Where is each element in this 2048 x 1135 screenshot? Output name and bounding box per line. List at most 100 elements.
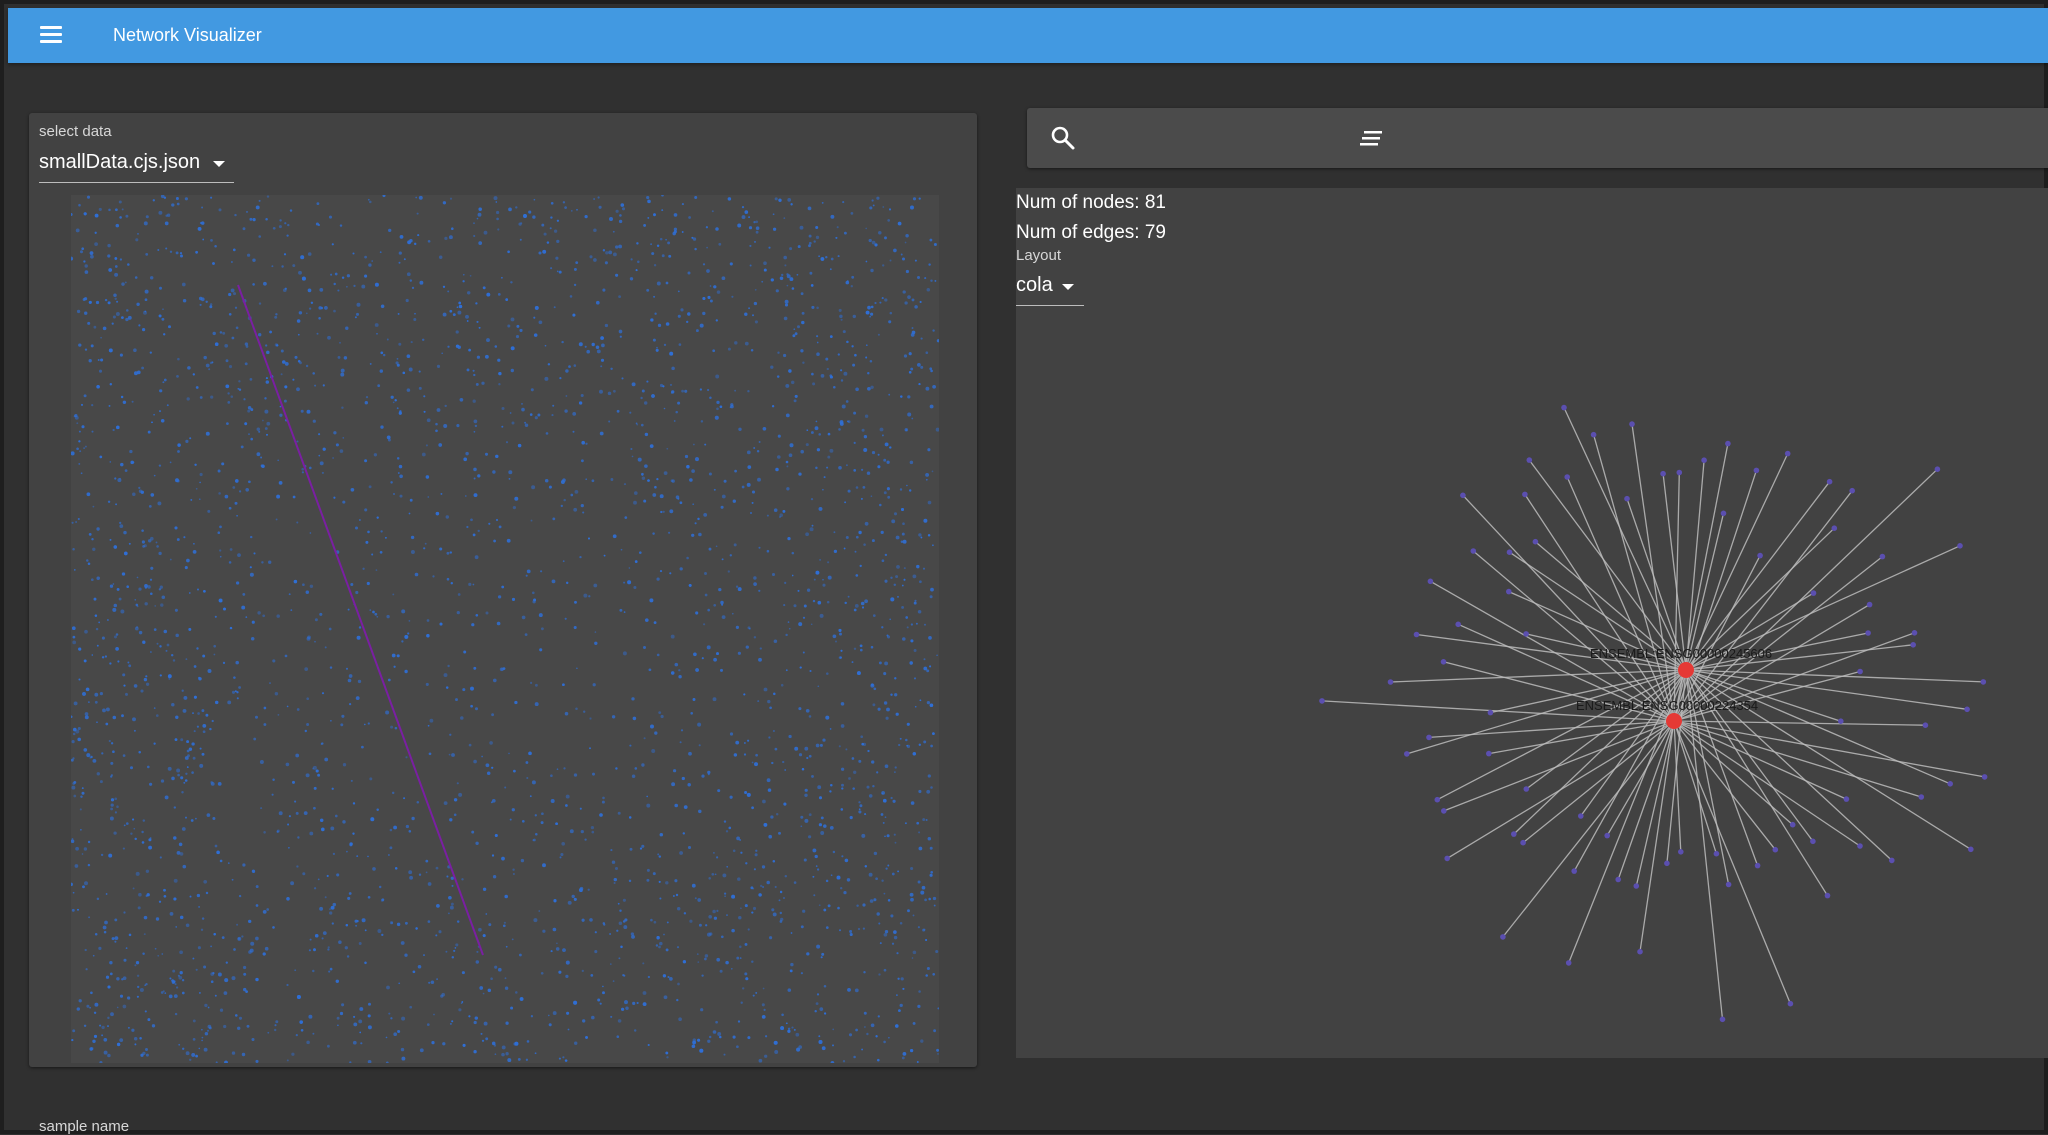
graph-leaf-node[interactable] bbox=[1957, 543, 1963, 549]
graph-leaf-node[interactable] bbox=[1615, 876, 1621, 883]
graph-leaf-node[interactable] bbox=[1725, 881, 1732, 888]
graph-edge bbox=[1673, 468, 1938, 722]
hub-node[interactable] bbox=[1666, 713, 1682, 729]
hub-node-label: ENSEMBL:ENSG00000245606 bbox=[1590, 646, 1772, 661]
graph-leaf-node[interactable] bbox=[1911, 630, 1918, 636]
layout-dropdown[interactable]: cola bbox=[1016, 272, 1084, 306]
graph-leaf-node[interactable] bbox=[1532, 538, 1539, 545]
graph-leaf-node[interactable] bbox=[1720, 510, 1727, 517]
graph-leaf-node[interactable] bbox=[1413, 631, 1420, 638]
graph-leaf-node[interactable] bbox=[1637, 948, 1643, 955]
graph-leaf-node[interactable] bbox=[1427, 578, 1434, 585]
graph-leaf-node[interactable] bbox=[1754, 862, 1761, 869]
graph-leaf-node[interactable] bbox=[1506, 549, 1513, 555]
graph-leaf-node[interactable] bbox=[1980, 679, 1987, 685]
graph-leaf-node[interactable] bbox=[1810, 590, 1817, 596]
graph-leaf-node[interactable] bbox=[1857, 668, 1863, 675]
graph-edge bbox=[1522, 720, 1675, 844]
graph-leaf-node[interactable] bbox=[1564, 474, 1570, 480]
graph-leaf-node[interactable] bbox=[1784, 450, 1791, 457]
graph-leaf-node[interactable] bbox=[1523, 786, 1530, 792]
graph-leaf-node[interactable] bbox=[1787, 1000, 1794, 1007]
graph-leaf-node[interactable] bbox=[1444, 855, 1450, 862]
select-data-dropdown[interactable]: smallData.cjs.json bbox=[39, 149, 234, 183]
graph-leaf-node[interactable] bbox=[1947, 781, 1953, 787]
sort-icon[interactable] bbox=[1359, 128, 1385, 150]
num-nodes-stat: Num of nodes: 81 bbox=[1016, 192, 1166, 213]
graph-leaf-node[interactable] bbox=[1889, 857, 1895, 864]
graph-leaf-node[interactable] bbox=[1810, 838, 1816, 845]
graph-leaf-node[interactable] bbox=[1526, 457, 1533, 463]
graph-leaf-node[interactable] bbox=[1968, 846, 1974, 853]
graph-leaf-node[interactable] bbox=[1981, 774, 1988, 780]
menu-icon[interactable] bbox=[38, 24, 68, 48]
graph-edge bbox=[1563, 407, 1687, 671]
graph-leaf-node[interactable] bbox=[1964, 706, 1970, 713]
graph-leaf-node[interactable] bbox=[1565, 960, 1572, 966]
graph-leaf-node[interactable] bbox=[1843, 796, 1850, 802]
hub-node[interactable] bbox=[1678, 662, 1694, 678]
graph-leaf-node[interactable] bbox=[1719, 1016, 1726, 1023]
graph-leaf-node[interactable] bbox=[1629, 421, 1635, 427]
graph-leaf-node[interactable] bbox=[1753, 467, 1760, 474]
graph-leaf-node[interactable] bbox=[1434, 796, 1441, 803]
graph-leaf-node[interactable] bbox=[1500, 934, 1506, 940]
graph-leaf-node[interactable] bbox=[1522, 491, 1528, 498]
search-input[interactable] bbox=[1097, 122, 1351, 156]
graph-leaf-node[interactable] bbox=[1713, 850, 1720, 857]
graph-leaf-node[interactable] bbox=[1590, 431, 1597, 438]
graph-leaf-node[interactable] bbox=[1578, 813, 1584, 819]
graph-edge bbox=[1606, 720, 1675, 836]
graph-leaf-node[interactable] bbox=[1725, 440, 1731, 447]
graph-leaf-node[interactable] bbox=[1910, 642, 1916, 648]
graph-leaf-node[interactable] bbox=[1571, 868, 1577, 874]
graph-leaf-node[interactable] bbox=[1404, 751, 1410, 757]
graph-leaf-node[interactable] bbox=[1426, 734, 1432, 741]
selected-file: smallData.cjs.json bbox=[39, 151, 201, 173]
graph-leaf-node[interactable] bbox=[1624, 495, 1630, 502]
graph-leaf-node[interactable] bbox=[1487, 709, 1494, 716]
graph-leaf-node[interactable] bbox=[1604, 832, 1610, 839]
graph-leaf-node[interactable] bbox=[1849, 487, 1855, 494]
graph-edge bbox=[1639, 720, 1675, 952]
graph-leaf-node[interactable] bbox=[1879, 553, 1886, 560]
graph-leaf-node[interactable] bbox=[1387, 679, 1394, 685]
graph-leaf-node[interactable] bbox=[1486, 750, 1492, 757]
graph-leaf-node[interactable] bbox=[1922, 722, 1929, 728]
graph-leaf-node[interactable] bbox=[1865, 630, 1871, 636]
graph-leaf-node[interactable] bbox=[1701, 457, 1707, 464]
graph-edge bbox=[1673, 720, 1794, 826]
graph-leaf-node[interactable] bbox=[1857, 843, 1863, 849]
network-graph[interactable]: ENSEMBL:ENSG00000245606 ENSEMBL:ENSG0000… bbox=[1016, 188, 2048, 1058]
graph-leaf-node[interactable] bbox=[1824, 892, 1831, 899]
graph-leaf-node[interactable] bbox=[1511, 831, 1517, 837]
graph-leaf-node[interactable] bbox=[1838, 718, 1844, 724]
graph-leaf-node[interactable] bbox=[1460, 492, 1466, 499]
graph-leaf-node[interactable] bbox=[1660, 470, 1666, 477]
graph-leaf-node[interactable] bbox=[1664, 860, 1670, 867]
graph-leaf-node[interactable] bbox=[1441, 808, 1447, 814]
graph-leaf-node[interactable] bbox=[1523, 631, 1529, 637]
graph-leaf-node[interactable] bbox=[1440, 659, 1447, 665]
graph-leaf-node[interactable] bbox=[1506, 588, 1512, 595]
graph-leaf-node[interactable] bbox=[1934, 466, 1941, 473]
graph-leaf-node[interactable] bbox=[1826, 478, 1833, 485]
graph-leaf-node[interactable] bbox=[1789, 821, 1796, 828]
graph-edge bbox=[1502, 720, 1675, 938]
graph-leaf-node[interactable] bbox=[1455, 621, 1461, 628]
search-icon[interactable] bbox=[1049, 124, 1077, 152]
graph-leaf-node[interactable] bbox=[1831, 525, 1838, 531]
graph-leaf-node[interactable] bbox=[1520, 839, 1526, 846]
graph-leaf-node[interactable] bbox=[1319, 698, 1325, 704]
graph-leaf-node[interactable] bbox=[1918, 794, 1925, 800]
app-window: Network Visualizer select data smallData… bbox=[0, 0, 2048, 1135]
graph-leaf-node[interactable] bbox=[1772, 846, 1779, 853]
scatter-plot[interactable] bbox=[71, 195, 939, 1063]
graph-leaf-node[interactable] bbox=[1561, 404, 1567, 411]
graph-leaf-node[interactable] bbox=[1633, 883, 1640, 889]
graph-leaf-node[interactable] bbox=[1470, 548, 1477, 554]
graph-leaf-node[interactable] bbox=[1678, 849, 1684, 855]
graph-leaf-node[interactable] bbox=[1676, 469, 1683, 476]
graph-leaf-node[interactable] bbox=[1866, 601, 1873, 608]
graph-leaf-node[interactable] bbox=[1757, 552, 1763, 559]
